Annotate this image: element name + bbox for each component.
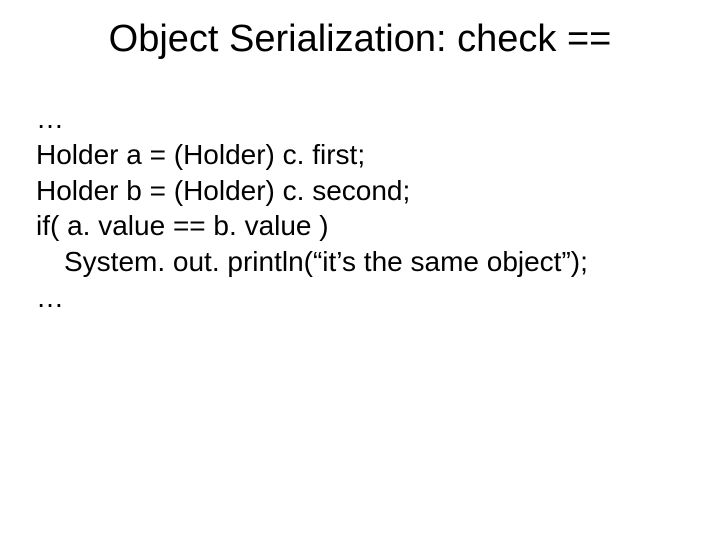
code-line: …	[36, 101, 684, 137]
code-block: … Holder a = (Holder) c. first; Holder b…	[0, 101, 720, 316]
slide-title: Object Serialization: check ==	[0, 0, 720, 101]
code-line-indented: System. out. println(“it’s the same obje…	[36, 244, 684, 280]
code-line: Holder b = (Holder) c. second;	[36, 173, 684, 209]
code-line: …	[36, 280, 684, 316]
code-line: Holder a = (Holder) c. first;	[36, 137, 684, 173]
code-line: if( a. value == b. value )	[36, 208, 684, 244]
slide: Object Serialization: check == … Holder …	[0, 0, 720, 540]
